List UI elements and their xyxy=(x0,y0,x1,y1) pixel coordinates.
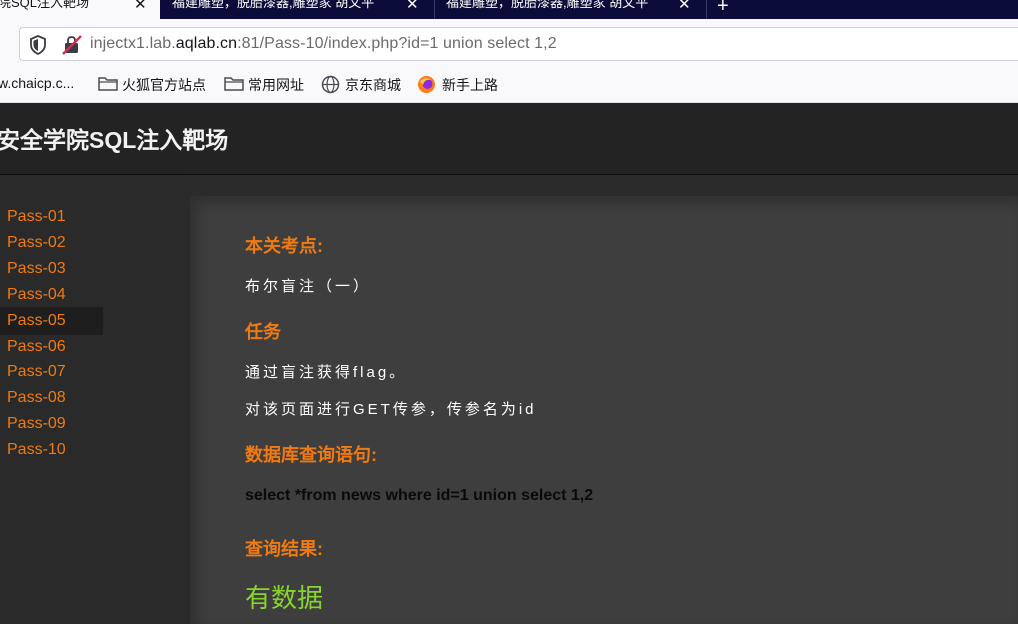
tab-label: 院SQL注入靶场 xyxy=(0,0,90,10)
sidebar-item-pass-06[interactable]: Pass-06 xyxy=(7,338,66,356)
sidebar-item-pass-10[interactable]: Pass-10 xyxy=(7,441,66,459)
url-suffix: :81/Pass-10/index.php?id=1 union select … xyxy=(237,35,557,52)
folder-icon xyxy=(224,75,244,97)
task-line-2: 对该页面进行GET传参，传参名为id xyxy=(245,401,537,418)
task-line-1: 通过盲注获得flag。 xyxy=(245,364,408,381)
bookmark-common-sites[interactable]: 常用网址 xyxy=(248,75,304,95)
section-title-result: 查询结果: xyxy=(245,539,323,559)
sidebar-item-pass-08[interactable]: Pass-08 xyxy=(7,389,66,407)
close-icon[interactable]: ✕ xyxy=(406,0,419,12)
url-domain: aqlab.cn xyxy=(175,35,238,52)
tab-active[interactable]: 院SQL注入靶场 ✕ xyxy=(0,0,160,19)
tab-2[interactable]: 福建雕塑，脱胎漆器,雕塑家 胡文平 ✕ xyxy=(160,0,435,19)
bookmark-jd[interactable]: 京东商城 xyxy=(345,75,401,95)
tab-label: 福建雕塑，脱胎漆器,雕塑家 胡文平 xyxy=(446,0,649,10)
bookmark-getting-started[interactable]: 新手上路 xyxy=(442,75,498,95)
close-icon[interactable]: ✕ xyxy=(134,0,147,12)
sidebar-item-pass-03[interactable]: Pass-03 xyxy=(7,260,66,278)
tab-label: 福建雕塑，脱胎漆器,雕塑家 胡文平 xyxy=(172,0,375,10)
section-title-sql: 数据库查询语句: xyxy=(245,445,377,465)
url-prefix: injectx1.lab. xyxy=(90,35,176,52)
sidebar-item-pass-09[interactable]: Pass-09 xyxy=(7,415,66,433)
sidebar-item-pass-01[interactable]: Pass-01 xyxy=(7,208,66,226)
new-tab-button[interactable]: + xyxy=(717,0,729,18)
sidebar-item-pass-04[interactable]: Pass-04 xyxy=(7,286,66,304)
url-text[interactable]: injectx1.lab.aqlab.cn:81/Pass-10/index.p… xyxy=(90,35,557,53)
folder-icon xyxy=(98,75,118,97)
query-result: 有数据 xyxy=(245,583,324,613)
site-title: 安全学院SQL注入靶场 xyxy=(0,127,229,153)
close-icon[interactable]: ✕ xyxy=(678,0,691,12)
sidebar-item-pass-02[interactable]: Pass-02 xyxy=(7,234,66,252)
test-point-text: 布尔盲注（一） xyxy=(245,278,372,295)
sql-query: select *from news where id=1 union selec… xyxy=(245,487,594,504)
tab-3[interactable]: 福建雕塑，脱胎漆器,雕塑家 胡文平 ✕ xyxy=(434,0,707,19)
sidebar-item-pass-07[interactable]: Pass-07 xyxy=(7,363,66,381)
section-title-test-point: 本关考点: xyxy=(245,236,323,256)
bookmark-firefox-site[interactable]: 火狐官方站点 xyxy=(122,75,206,95)
bookmark-chaicp[interactable]: w.chaicp.c... xyxy=(0,75,74,91)
section-title-task: 任务 xyxy=(245,322,281,342)
globe-icon xyxy=(321,75,340,99)
shield-icon[interactable] xyxy=(29,35,47,60)
insecure-lock-icon[interactable] xyxy=(62,35,82,60)
back-arrow-icon[interactable]: ▏ xyxy=(0,32,11,52)
sidebar-item-pass-05[interactable]: Pass-05 xyxy=(7,312,66,330)
firefox-icon xyxy=(417,75,436,99)
